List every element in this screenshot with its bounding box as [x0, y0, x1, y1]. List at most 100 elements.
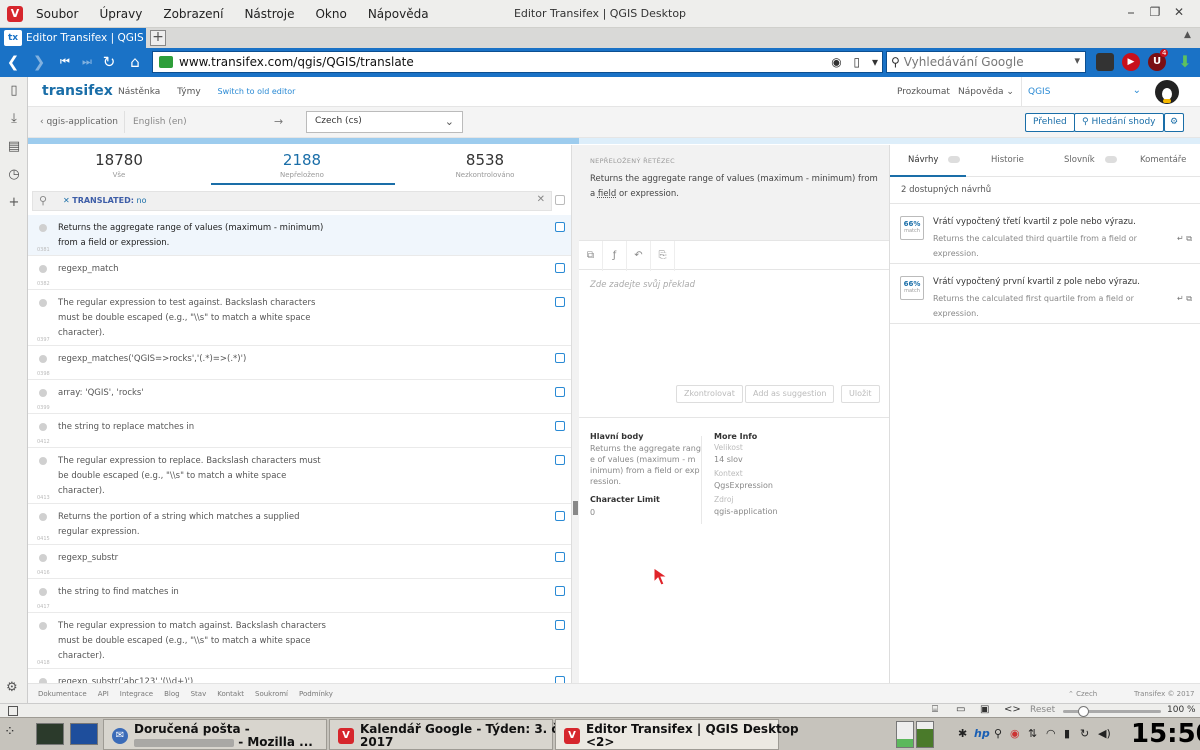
tab-scroll-up-icon[interactable]: ▲ — [1184, 30, 1191, 40]
project-selector[interactable]: QGIS ⌄ — [1021, 77, 1147, 107]
row-checkbox[interactable] — [555, 353, 565, 363]
task-calendar[interactable]: V Kalendář Google - Týden: 3. čvc 2017 — [329, 719, 573, 750]
string-row[interactable]: 0398 regexp_matches('QGIS=>rocks','(.*)=>… — [28, 346, 571, 380]
home-icon[interactable]: ⌂ — [124, 52, 146, 72]
undo-icon[interactable]: ↶ — [627, 241, 651, 271]
history-icon[interactable]: ◷ — [0, 161, 28, 189]
bluetooth-icon[interactable]: ✱ — [958, 727, 967, 740]
add-panel-icon[interactable]: + — [0, 189, 28, 217]
url-text[interactable]: www.transifex.com/qgis/QGIS/translate — [179, 55, 414, 69]
search-matches-button[interactable]: ⚲ Hledání shody — [1074, 113, 1164, 132]
extension-dark-icon[interactable] — [1096, 53, 1114, 71]
clock[interactable]: 15:50 — [1131, 719, 1200, 749]
row-checkbox[interactable] — [555, 511, 565, 521]
select-all-checkbox[interactable] — [555, 195, 565, 205]
footer-link[interactable]: Podmínky — [299, 690, 333, 698]
target-language-select[interactable]: Czech (cs) ⌄ — [306, 111, 463, 133]
row-checkbox[interactable] — [555, 297, 565, 307]
switch-old-editor-link[interactable]: Switch to old editor — [218, 87, 296, 96]
settings-gear-button[interactable]: ⚙ — [1164, 113, 1185, 132]
suggestion-item[interactable]: 66% match Vrátí vypočtený první kvartil z… — [890, 264, 1200, 324]
vivaldi-logo-icon[interactable]: V — [7, 6, 23, 22]
system-monitor-icon[interactable] — [36, 723, 64, 745]
clipboard-icon[interactable]: ⎘ — [651, 241, 675, 271]
use-suggestion-icon[interactable]: ↵ — [1177, 234, 1184, 243]
remove-filter-icon[interactable]: ✕ — [63, 196, 72, 205]
search-field[interactable]: ⚲ Vyhledávání Google ▾ — [886, 51, 1086, 73]
start-menu-icon[interactable]: ⁘ — [4, 724, 16, 740]
clear-filter-icon[interactable]: ✕ — [537, 194, 545, 205]
rewind-icon[interactable]: ⏮ — [54, 52, 76, 72]
usb-icon[interactable]: ⚲ — [994, 727, 1002, 740]
close-window-button[interactable]: ✕ — [1168, 5, 1190, 23]
youtube-extension-icon[interactable]: ▶ — [1122, 53, 1140, 71]
image-icon[interactable]: ▣ — [980, 704, 989, 715]
nav-dashboard[interactable]: Nástěnka — [118, 87, 160, 97]
bookmarks-icon[interactable]: ▯ — [0, 77, 28, 105]
new-tab-button[interactable]: + — [150, 30, 166, 46]
string-row[interactable]: 0412 the string to replace matches in — [28, 414, 571, 448]
string-row[interactable]: 0399 array: 'QGIS', 'rocks' — [28, 380, 571, 414]
security-icon[interactable]: ◉ — [1010, 727, 1020, 740]
search-engine-dropdown-icon[interactable]: ▾ — [1074, 54, 1080, 67]
network-icon[interactable]: ⇅ — [1028, 727, 1037, 740]
string-row[interactable]: 0413 The regular expression to replace. B… — [28, 448, 571, 504]
fast-forward-icon[interactable]: ⏭ — [76, 52, 98, 72]
overview-button[interactable]: Přehled — [1025, 113, 1075, 132]
footer-link[interactable]: Soukromí — [255, 690, 288, 698]
format-icon[interactable]: ƒ — [603, 241, 627, 271]
menu-soubor[interactable]: Soubor — [36, 7, 78, 21]
address-bar[interactable]: www.transifex.com/qgis/QGIS/translate ◉ … — [152, 51, 883, 73]
nav-teams[interactable]: Týmy — [177, 87, 201, 97]
string-row[interactable]: 0415 Returns the portion of a string whic… — [28, 504, 571, 545]
string-list-scrollbar[interactable] — [572, 145, 579, 683]
string-row[interactable]: 0381 Returns the aggregate range of value… — [28, 215, 571, 256]
tab-glossary[interactable]: Slovník — [1064, 155, 1117, 165]
footer-link[interactable]: Dokumentace — [38, 690, 87, 698]
string-row[interactable]: 0382 regexp_match — [28, 256, 571, 290]
use-suggestion-icon[interactable]: ↵ — [1177, 294, 1184, 303]
footer-language[interactable]: ⌃ Czech — [1068, 690, 1097, 698]
task-thunderbird[interactable]: ✉ Doručená pošta - - Mozilla ... — [103, 719, 327, 750]
stat-all[interactable]: 18780 Vše — [28, 145, 210, 185]
menu-nastroje[interactable]: Nástroje — [244, 7, 294, 21]
reload-icon[interactable]: ↻ — [98, 52, 120, 72]
footer-link[interactable]: Kontakt — [217, 690, 244, 698]
zoom-slider[interactable] — [1063, 706, 1161, 717]
wifi-icon[interactable]: ◠ — [1046, 727, 1056, 740]
footer-link[interactable]: API — [98, 690, 109, 698]
volume-icon[interactable]: ◀) — [1098, 727, 1111, 740]
add-suggestion-button[interactable]: Add as suggestion — [745, 385, 835, 403]
stat-unreviewed[interactable]: 8538 Nezkontrolováno — [394, 145, 571, 185]
save-button[interactable]: Uložit — [841, 385, 880, 403]
notes-icon[interactable]: ▤ — [0, 133, 28, 161]
zoom-reset-button[interactable]: Reset — [1030, 705, 1055, 715]
footer-link[interactable]: Blog — [164, 690, 179, 698]
camera-icon[interactable]: ⌸ — [932, 704, 938, 715]
menu-zobrazeni[interactable]: Zobrazení — [163, 7, 223, 21]
tab-history[interactable]: Historie — [991, 155, 1024, 165]
stat-untranslated[interactable]: 2188 Nepřeloženo — [211, 145, 393, 185]
task-transifex[interactable]: V Editor Transifex | QGIS Desktop <2> — [555, 719, 799, 750]
downloads-icon[interactable]: ⤓ — [0, 105, 28, 133]
glossary-term[interactable]: field — [598, 189, 616, 199]
copy-source-icon[interactable]: ⧉ — [579, 241, 603, 271]
menu-upravy[interactable]: Úpravy — [99, 7, 142, 21]
maximize-button[interactable]: ❐ — [1144, 5, 1166, 23]
address-dropdown-icon[interactable]: ▾ — [872, 55, 878, 69]
tab-suggestions[interactable]: Návrhy — [908, 155, 961, 165]
user-avatar[interactable] — [1155, 80, 1179, 104]
string-row[interactable]: 0419regexp_substr('abc123','(\\d+)') — [28, 669, 571, 683]
panel-toggle-icon[interactable] — [8, 706, 18, 716]
copy-icon[interactable]: ⧉ — [1186, 294, 1192, 303]
menu-napoveda[interactable]: Nápověda — [368, 7, 429, 21]
string-row[interactable]: 0416 regexp_substr — [28, 545, 571, 579]
back-icon[interactable]: ❮ — [2, 52, 24, 72]
copy-icon[interactable]: ⧉ — [1186, 234, 1192, 243]
gear-icon[interactable]: ⚙ — [6, 680, 18, 695]
string-row[interactable]: 0418 The regular expression to match agai… — [28, 613, 571, 669]
string-row[interactable]: 0397 The regular expression to test again… — [28, 290, 571, 346]
nav-help[interactable]: Nápověda ⌄ — [958, 87, 1014, 97]
feed-icon[interactable]: ◉ — [831, 55, 841, 69]
tab-comments[interactable]: Komentáře — [1140, 155, 1186, 165]
